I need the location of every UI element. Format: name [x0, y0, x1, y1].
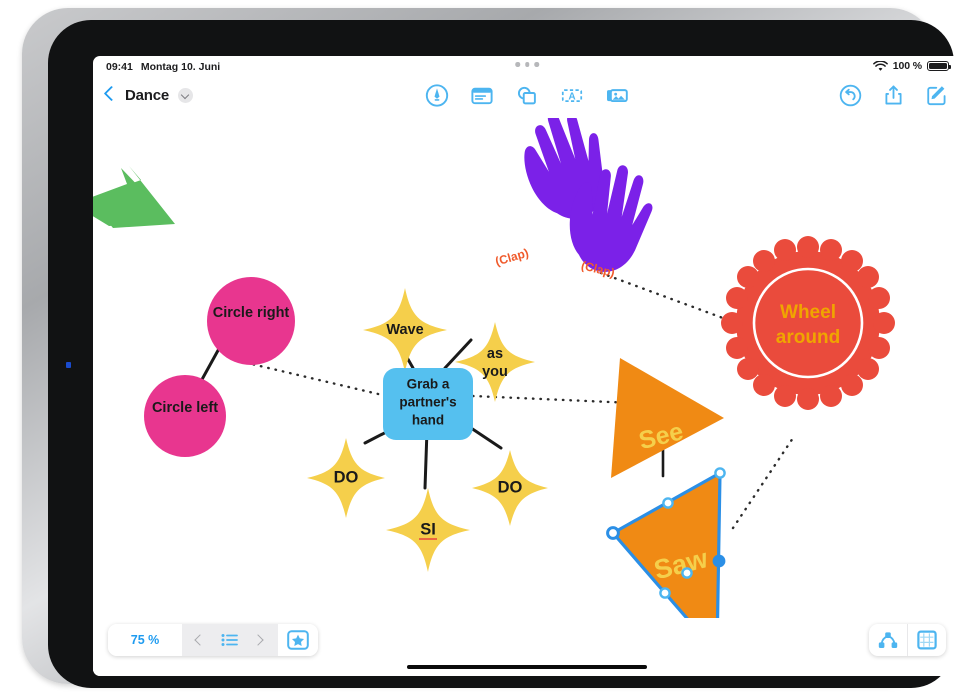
star-in-box-icon: [287, 630, 309, 650]
chevron-left-icon[interactable]: [190, 629, 208, 651]
status-bar-left: 09:41 Montag 10. Juni: [106, 61, 220, 73]
center-node-label-line1: Grab a: [407, 377, 450, 392]
pink-circle-left-label: Circle left: [152, 400, 218, 416]
status-bar: 09:41 Montag 10. Juni 100 %: [93, 56, 958, 78]
compose-icon[interactable]: [924, 83, 949, 108]
connector-center-to-triangle-see: [471, 394, 635, 405]
ipad-device-frame: 09:41 Montag 10. Juni 100 % Dance A Circ…: [22, 8, 958, 688]
app-toolbar: Dance A: [93, 78, 958, 118]
canvas-grid-button[interactable]: [907, 624, 946, 656]
wifi-icon: [872, 60, 888, 71]
star-wave-label: Wave: [386, 322, 423, 338]
selection-handle-edge[interactable]: [662, 497, 674, 509]
bottom-bar: 75 %: [93, 618, 958, 676]
chevron-down-icon[interactable]: [178, 87, 194, 103]
canvas-grid-icon: [917, 630, 937, 650]
shapes-icon[interactable]: [515, 83, 540, 108]
star-do-right[interactable]: DO: [472, 450, 548, 526]
device-bezel: 09:41 Montag 10. Juni 100 % Dance A Circ…: [48, 20, 958, 688]
green-arrow-shape[interactable]: [93, 166, 175, 228]
node-tree-icon: [878, 632, 898, 648]
selection-handle-center[interactable]: [681, 567, 693, 579]
left-edge-indicator-dot: [66, 362, 71, 368]
center-node-label-line3: hand: [412, 413, 444, 428]
star-do-right-label: DO: [498, 478, 523, 496]
star-in-box-button[interactable]: [278, 624, 318, 656]
connector-center-to-do-right: [466, 424, 503, 450]
mindmap-canvas[interactable]: Circle right Circle left (Clap) (Clap) W…: [93, 118, 958, 618]
markup-pen-icon[interactable]: [425, 83, 450, 108]
wheel-around-label-line2: around: [776, 327, 840, 348]
star-wave[interactable]: Wave: [363, 288, 447, 372]
toolbar-right-group: [838, 83, 949, 108]
purple-hands-shape[interactable]: (Clap) (Clap): [494, 118, 660, 280]
zoom-level-button[interactable]: 75 %: [108, 624, 182, 656]
zoom-control-group: 75 %: [108, 624, 318, 656]
page-nav-segment: [182, 624, 278, 656]
toolbar-left-group: Dance: [103, 84, 194, 106]
triangle-see[interactable]: See: [611, 358, 724, 478]
document-title: Dance: [125, 86, 170, 104]
pink-circle-left[interactable]: Circle left: [144, 375, 226, 457]
clap-label-left: (Clap): [494, 246, 531, 269]
list-icon[interactable]: [220, 629, 240, 651]
star-do-left-label: DO: [334, 468, 359, 486]
red-badge-wheel-around[interactable]: Wheel around: [721, 236, 895, 410]
pink-circle-right[interactable]: Circle right: [207, 277, 295, 365]
multitask-dots-icon[interactable]: [515, 62, 539, 67]
triangle-saw[interactable]: Saw: [606, 467, 726, 618]
star-as-you-label-line2: you: [482, 364, 508, 380]
multitask-dot: [534, 62, 539, 67]
text-box-icon[interactable]: A: [560, 83, 585, 108]
battery-icon: [927, 60, 951, 72]
toolbar-center-group: A: [425, 83, 630, 108]
center-node-grab-partners-hand[interactable]: Grab a partner's hand: [383, 368, 473, 440]
status-bar-right: 100 %: [872, 60, 951, 72]
pink-circle-right-label-line1: Circle right: [213, 305, 290, 321]
star-as-you-label-line1: as: [487, 346, 503, 362]
status-date: Montag 10. Juni: [140, 61, 221, 73]
connector-circleleft-to-center: [237, 359, 397, 400]
note-card-icon[interactable]: [470, 83, 495, 108]
selection-handle-edge[interactable]: [712, 554, 726, 568]
star-si-label: SI: [420, 520, 436, 538]
multitask-dot: [515, 62, 520, 67]
selection-handle-vertex[interactable]: [606, 526, 620, 540]
star-si[interactable]: SI: [386, 488, 470, 572]
selection-handle-edge[interactable]: [659, 587, 671, 599]
device-screen: 09:41 Montag 10. Juni 100 % Dance A Circ…: [93, 56, 958, 676]
multitask-dot: [524, 62, 530, 67]
chevron-right-icon[interactable]: [252, 629, 270, 651]
node-tree-button[interactable]: [869, 624, 907, 656]
back-chevron-icon[interactable]: [103, 84, 116, 106]
selection-handle-vertex[interactable]: [714, 467, 726, 479]
center-node-label-line2: partner's: [399, 395, 456, 410]
media-photos-icon[interactable]: [605, 83, 630, 108]
canvas-svg: Circle right Circle left (Clap) (Clap) W…: [93, 118, 895, 618]
svg-text:A: A: [568, 92, 576, 103]
undo-icon[interactable]: [838, 83, 863, 108]
view-mode-group: [869, 624, 946, 656]
battery-percent-label: 100 %: [892, 60, 922, 72]
star-do-left[interactable]: DO: [307, 438, 385, 518]
wheel-around-label-line1: Wheel: [780, 302, 836, 323]
status-time: 09:41: [106, 61, 133, 73]
connector-saw-to-wheel: [731, 436, 795, 530]
share-icon[interactable]: [881, 83, 906, 108]
screenshot-root: 09:41 Montag 10. Juni 100 % Dance A Circ…: [0, 0, 958, 692]
home-indicator[interactable]: [407, 664, 647, 669]
